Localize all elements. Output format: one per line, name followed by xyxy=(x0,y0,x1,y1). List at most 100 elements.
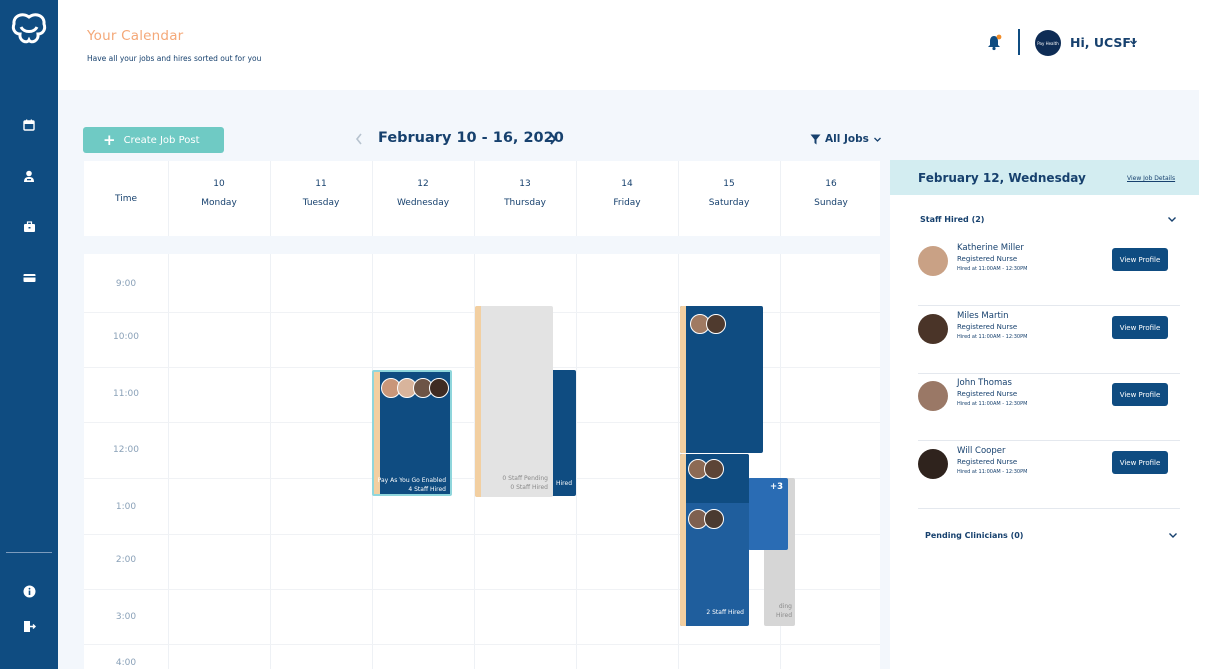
details-header: February 12, Wednesday View Job Details xyxy=(890,160,1199,195)
staff-name: Miles Martin xyxy=(957,311,1009,321)
chevron-down-icon xyxy=(873,137,881,142)
filter-icon xyxy=(810,134,821,144)
details-date: February 12, Wednesday xyxy=(918,171,1086,185)
event-saturday-afternoon-shift[interactable]: 2 Staff Hired xyxy=(680,454,749,626)
staff-avatars xyxy=(688,459,724,479)
staff-role: Registered Nurse xyxy=(957,390,1018,398)
event-line: 0 Staff Hired xyxy=(510,484,548,491)
org-avatar[interactable]: Pay Health xyxy=(1035,30,1061,56)
event-saturday-morning-shift[interactable] xyxy=(680,306,763,453)
user-icon[interactable] xyxy=(20,167,38,185)
view-job-details-link[interactable]: View Job Details xyxy=(1127,175,1175,182)
staff-card: Miles Martin Registered Nurse Hired at 1… xyxy=(918,310,1180,374)
day-header-friday[interactable]: 14 Friday xyxy=(576,179,678,208)
event-status-text: Pay As You Go Enabled 4 Staff Hired xyxy=(378,476,446,494)
day-number: 16 xyxy=(825,179,837,189)
calendar-icon[interactable] xyxy=(20,116,38,134)
plus-icon: + xyxy=(103,131,116,149)
event-line: 2 Staff Hired xyxy=(706,609,744,616)
day-name: Sunday xyxy=(814,198,848,208)
view-profile-button[interactable]: View Profile xyxy=(1112,451,1168,474)
staff-hired-time: Hired at 11:00AM - 12:30PM xyxy=(957,469,1028,475)
top-header: Your Calendar Have all your jobs and hir… xyxy=(58,0,1231,90)
event-line: Pay As You Go Enabled xyxy=(377,477,446,484)
day-name: Monday xyxy=(201,198,237,208)
day-header-saturday[interactable]: 15 Saturday xyxy=(678,179,780,208)
day-header-monday[interactable]: 10 Monday xyxy=(168,179,270,208)
view-profile-button[interactable]: View Profile xyxy=(1112,316,1168,339)
event-saturday-more[interactable]: +3 xyxy=(748,478,788,550)
staff-role: Registered Nurse xyxy=(957,323,1018,331)
user-greeting[interactable]: Hi, UCSF! xyxy=(1070,35,1137,50)
staff-avatars xyxy=(688,509,724,529)
day-number: 11 xyxy=(315,179,327,189)
day-name: Saturday xyxy=(708,198,750,208)
more-events-count: +3 xyxy=(769,482,783,492)
avatar xyxy=(918,246,948,276)
avatar xyxy=(918,314,948,344)
staff-avatars xyxy=(690,314,726,334)
filter-label: All Jobs xyxy=(825,133,869,145)
staff-name: Katherine Miller xyxy=(957,243,1024,253)
week-range-title: February 10 - 16, 2020 xyxy=(378,130,564,146)
avatar xyxy=(918,381,948,411)
avatar xyxy=(704,459,724,479)
event-wednesday-shift[interactable]: Pay As You Go Enabled 4 Staff Hired xyxy=(372,370,452,496)
job-details-panel: February 12, Wednesday View Job Details … xyxy=(890,160,1199,669)
staff-hired-time: Hired at 11:00AM - 12:30PM xyxy=(957,401,1028,407)
day-header-thursday[interactable]: 13 Thursday xyxy=(474,179,576,208)
job-filter-dropdown[interactable]: All Jobs xyxy=(810,133,882,145)
info-icon[interactable] xyxy=(20,582,38,600)
event-status-text: ding Hired xyxy=(776,602,792,620)
staff-hired-time: Hired at 11:00AM - 12:30PM xyxy=(957,266,1028,272)
day-number: 13 xyxy=(519,179,531,189)
day-name: Friday xyxy=(613,198,641,208)
briefcase-icon[interactable] xyxy=(20,218,38,236)
time-label: 11:00 xyxy=(113,389,139,399)
event-line: Hired xyxy=(775,612,792,619)
event-line: 4 Staff Hired xyxy=(408,486,446,493)
event-line: Hired xyxy=(555,480,572,487)
logout-icon[interactable] xyxy=(20,617,38,635)
day-header-sunday[interactable]: 16 Sunday xyxy=(780,179,882,208)
event-thursday-shift-pending[interactable]: 0 Staff Pending 0 Staff Hired xyxy=(475,306,553,497)
notification-bell-icon[interactable] xyxy=(987,33,1003,51)
page-title: Your Calendar xyxy=(87,28,184,44)
chevron-down-icon[interactable] xyxy=(1168,532,1178,539)
create-job-post-button[interactable]: + Create Job Post xyxy=(83,127,224,153)
staff-card: John Thomas Registered Nurse Hired at 11… xyxy=(918,377,1180,441)
time-label: 10:00 xyxy=(113,332,139,342)
event-status-text: 0 Staff Pending 0 Staff Hired xyxy=(502,474,548,492)
calendar-grid: 9:00 10:00 11:00 12:00 1:00 2:00 3:00 4:… xyxy=(84,254,880,669)
time-label: 12:00 xyxy=(113,445,139,455)
calendar-day-header: Time 10 Monday 11 Tuesday 12 Wednesday 1… xyxy=(84,161,880,236)
view-profile-button[interactable]: View Profile xyxy=(1112,383,1168,406)
card-icon[interactable] xyxy=(20,269,38,287)
staff-role: Registered Nurse xyxy=(957,255,1018,263)
chevron-down-icon[interactable] xyxy=(1129,39,1138,46)
staff-card: Katherine Miller Registered Nurse Hired … xyxy=(918,242,1180,306)
time-label: 9:00 xyxy=(115,279,137,289)
staff-card: Will Cooper Registered Nurse Hired at 11… xyxy=(918,445,1180,509)
day-header-wednesday[interactable]: 12 Wednesday xyxy=(372,179,474,208)
staff-avatars xyxy=(381,378,449,398)
day-header-tuesday[interactable]: 11 Tuesday xyxy=(270,179,372,208)
previous-week-arrow-icon[interactable] xyxy=(354,132,364,146)
app-logo-icon[interactable] xyxy=(10,13,48,49)
sidebar-divider xyxy=(6,552,52,553)
staff-role: Registered Nurse xyxy=(957,458,1018,466)
app: Your Calendar Have all your jobs and hir… xyxy=(0,0,1231,669)
event-stripe xyxy=(475,306,481,497)
day-number: 15 xyxy=(723,179,735,189)
staff-hired-section-title[interactable]: Staff Hired (2) xyxy=(920,215,984,224)
chevron-down-icon[interactable] xyxy=(1167,216,1177,223)
pending-clinicians-section-title[interactable]: Pending Clinicians (0) xyxy=(925,531,1023,540)
staff-name: John Thomas xyxy=(957,378,1012,388)
next-week-arrow-icon[interactable] xyxy=(548,132,558,146)
view-profile-button[interactable]: View Profile xyxy=(1112,248,1168,271)
avatar xyxy=(704,509,724,529)
event-line: 0 Staff Pending xyxy=(502,475,548,482)
sidebar xyxy=(0,0,58,669)
day-number: 10 xyxy=(213,179,225,189)
page-subtitle: Have all your jobs and hires sorted out … xyxy=(87,54,262,63)
